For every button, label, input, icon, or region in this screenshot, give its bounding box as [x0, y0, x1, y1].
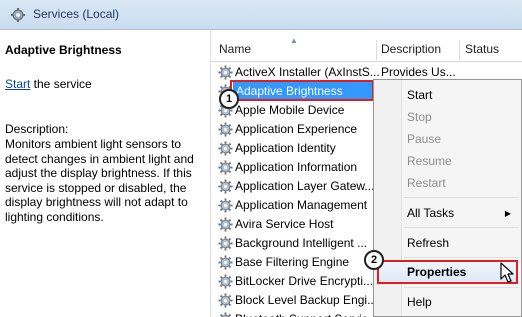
start-service-link[interactable]: Start — [5, 77, 30, 91]
service-name: Application Management — [235, 198, 368, 212]
menu-item-help[interactable]: Help — [407, 295, 432, 309]
service-name: Block Level Backup Engi... — [235, 293, 378, 307]
window-titlebar: Services (Local) — [0, 0, 522, 30]
service-gear-icon — [218, 255, 233, 270]
service-description: Provides Us... — [381, 65, 456, 79]
service-name: Bluetooth Support Servic... — [235, 312, 378, 317]
menu-divider — [404, 257, 519, 258]
description-text: Monitors ambient light sensors to detect… — [5, 137, 194, 224]
service-name: Application Layer Gatew... — [235, 179, 375, 193]
service-name: Application Identity — [235, 141, 336, 155]
menu-item-pause: Pause — [407, 132, 442, 146]
menu-divider — [404, 227, 519, 228]
service-name: BitLocker Drive Encrypti... — [235, 274, 374, 288]
service-name-heading: Adaptive Brightness — [5, 43, 122, 57]
service-name: Application Experience — [235, 122, 358, 136]
menu-item-resume: Resume — [407, 154, 452, 168]
step-callout-2: 2 — [364, 250, 384, 270]
selected-row-outline — [230, 80, 374, 101]
mouse-pointer-icon — [500, 262, 514, 283]
service-name: Application Information — [235, 160, 358, 174]
service-details-pane: Adaptive Brightness Start the service De… — [0, 30, 210, 317]
menu-item-stop: Stop — [407, 110, 432, 124]
service-name: Background Intelligent ... — [235, 236, 368, 250]
service-gear-icon — [218, 141, 233, 156]
column-header-description[interactable]: Description — [381, 42, 441, 56]
step-callout-1: 1 — [219, 89, 239, 109]
sort-ascending-icon: ▲ — [290, 36, 298, 45]
column-header-status[interactable]: Status — [465, 42, 499, 56]
service-gear-icon — [218, 293, 233, 308]
menu-item-properties[interactable]: Properties — [407, 265, 466, 279]
menu-item-refresh[interactable]: Refresh — [407, 236, 449, 250]
menu-divider — [404, 287, 519, 288]
service-gear-icon — [218, 179, 233, 194]
window-title: Services (Local) — [33, 7, 120, 21]
column-separator[interactable] — [459, 40, 460, 60]
service-gear-icon — [218, 65, 233, 80]
description-label: Description: — [5, 122, 69, 136]
service-gear-icon — [218, 122, 233, 137]
menu-item-all-tasks[interactable]: All Tasks — [407, 206, 454, 220]
service-gear-icon — [218, 160, 233, 175]
column-header-row: ▲ Name Description Status — [211, 36, 522, 62]
column-separator[interactable] — [376, 40, 377, 60]
service-gear-icon — [218, 198, 233, 213]
start-service-suffix: the service — [30, 77, 92, 91]
service-name: Apple Mobile Device — [235, 103, 345, 117]
service-name: Base Filtering Engine — [235, 255, 350, 269]
menu-item-restart: Restart — [407, 176, 446, 190]
service-gear-icon — [218, 217, 233, 232]
service-name: ActiveX Installer (AxInstS... — [235, 65, 380, 79]
start-service-line: Start the service — [5, 77, 92, 91]
menu-divider — [404, 197, 519, 198]
services-gear-icon — [11, 8, 25, 22]
service-gear-icon — [218, 312, 233, 317]
menu-item-start[interactable]: Start — [407, 88, 432, 102]
service-name: Avira Service Host — [235, 217, 334, 231]
service-gear-icon — [218, 236, 233, 251]
submenu-arrow-icon: ▶ — [504, 209, 511, 218]
column-header-name[interactable]: Name — [219, 42, 251, 56]
service-gear-icon — [218, 274, 233, 289]
